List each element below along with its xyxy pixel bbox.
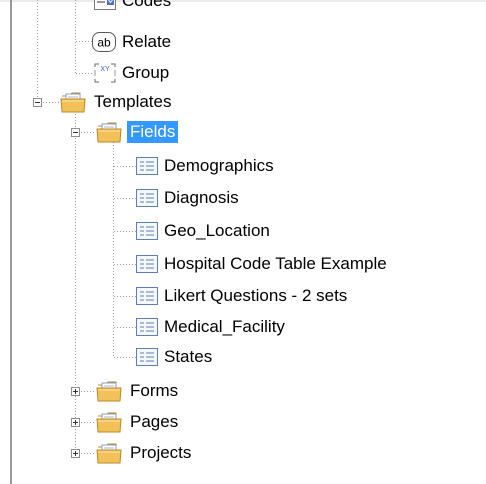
group-icon: XY xyxy=(94,63,116,83)
tree-item-label: Diagnosis xyxy=(164,188,239,207)
tree-item-projects[interactable]: Projects xyxy=(96,440,191,466)
tree-item-label: Likert Questions - 2 sets xyxy=(164,286,348,305)
field-template-icon xyxy=(136,255,158,273)
tree-item-relate[interactable]: ab Relate xyxy=(92,29,171,55)
tree-item-label: Group xyxy=(122,63,170,82)
tree-item-label-selected: Fields xyxy=(127,121,179,143)
relate-icon-text: ab xyxy=(97,36,111,50)
tree-item-group[interactable]: XY Group xyxy=(94,60,169,86)
tree-item-label: Medical_Facility xyxy=(164,317,285,336)
group-icon-text: XY xyxy=(100,66,110,73)
tree-item-label: Projects xyxy=(130,443,192,462)
relate-icon: ab xyxy=(92,32,116,52)
tree-item-label: Hospital Code Table Example xyxy=(164,254,387,273)
tree-item-label: Geo_Location xyxy=(164,221,270,240)
field-item[interactable]: Demographics xyxy=(136,153,274,179)
field-template-icon xyxy=(136,348,158,366)
folder-icon xyxy=(96,120,124,144)
expand-forms-icon[interactable] xyxy=(71,387,80,396)
field-template-icon xyxy=(136,157,158,175)
field-item[interactable]: Diagnosis xyxy=(136,185,239,211)
folder-icon xyxy=(96,379,124,403)
tree-item-label: States xyxy=(164,347,213,366)
folder-icon xyxy=(96,410,124,434)
tree-item-label: Pages xyxy=(130,412,179,431)
field-template-icon xyxy=(136,287,158,305)
tree-item-label: Forms xyxy=(130,381,179,400)
codes-icon xyxy=(94,0,116,10)
field-template-icon xyxy=(136,318,158,336)
tree-item-label: Codes xyxy=(122,0,172,10)
field-item[interactable]: Medical_Facility xyxy=(136,314,285,340)
tree-item-label: Templates xyxy=(94,92,172,111)
folder-icon xyxy=(96,441,124,465)
tree-view[interactable]: Codes ab Relate XY Group Templates Field… xyxy=(0,0,486,484)
expand-pages-icon[interactable] xyxy=(71,418,80,427)
field-item[interactable]: Geo_Location xyxy=(136,218,270,244)
field-item[interactable]: Likert Questions - 2 sets xyxy=(136,283,347,309)
field-item[interactable]: Hospital Code Table Example xyxy=(136,251,387,277)
tree-item-templates[interactable]: Templates xyxy=(60,89,171,115)
tree-item-label: Relate xyxy=(122,32,172,51)
collapse-fields-icon[interactable] xyxy=(71,128,80,137)
folder-icon xyxy=(60,90,88,114)
tree-item-codes[interactable]: Codes xyxy=(94,0,171,14)
expand-projects-icon[interactable] xyxy=(71,449,80,458)
tree-item-label: Demographics xyxy=(164,156,274,175)
field-template-icon xyxy=(136,189,158,207)
collapse-templates-icon[interactable] xyxy=(33,98,42,107)
tree-item-forms[interactable]: Forms xyxy=(96,378,178,404)
field-item[interactable]: States xyxy=(136,344,212,370)
tree-item-fields[interactable]: Fields xyxy=(96,119,179,145)
field-template-icon xyxy=(136,222,158,240)
tree-item-pages[interactable]: Pages xyxy=(96,409,178,435)
